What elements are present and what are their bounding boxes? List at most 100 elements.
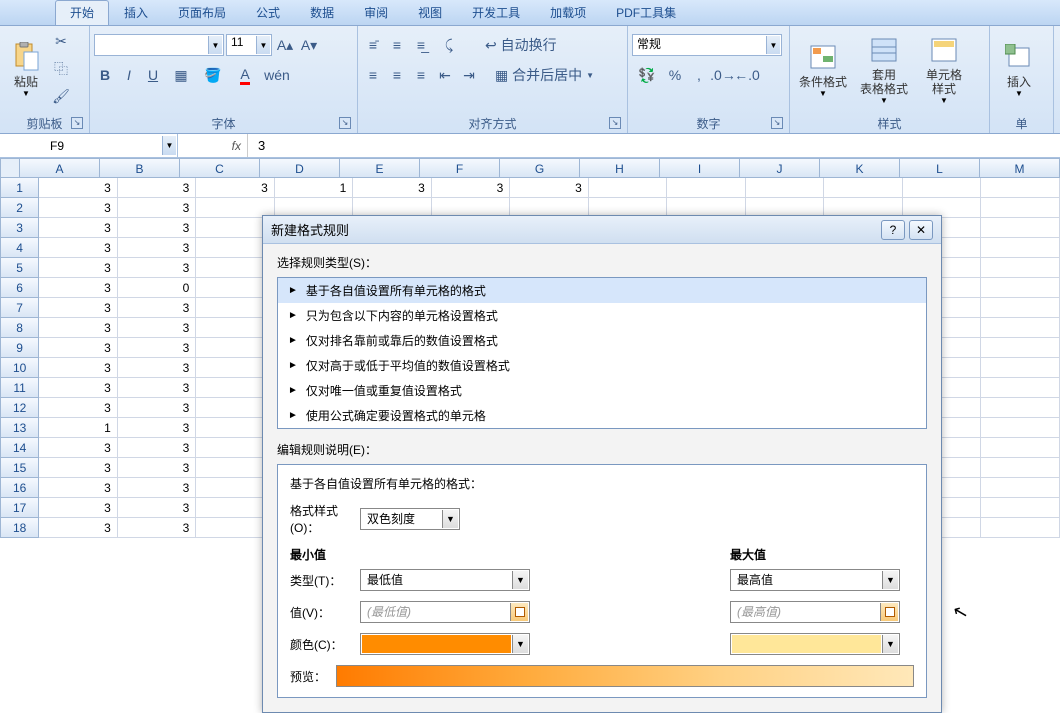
merge-center-button[interactable]: ▦ 合并后居中▼ bbox=[488, 64, 601, 86]
cell[interactable]: 3 bbox=[118, 258, 197, 278]
column-header[interactable]: M bbox=[980, 158, 1060, 178]
cell[interactable] bbox=[981, 498, 1060, 518]
column-header[interactable]: K bbox=[820, 158, 900, 178]
cell[interactable]: 3 bbox=[39, 258, 118, 278]
cell[interactable] bbox=[981, 358, 1060, 378]
tab-view[interactable]: 视图 bbox=[403, 0, 457, 25]
cell[interactable]: 3 bbox=[39, 238, 118, 258]
cell[interactable] bbox=[667, 178, 746, 198]
row-header[interactable]: 15 bbox=[0, 458, 39, 478]
row-header[interactable]: 9 bbox=[0, 338, 39, 358]
cell[interactable]: 3 bbox=[432, 178, 511, 198]
cell[interactable] bbox=[981, 278, 1060, 298]
cell[interactable]: 3 bbox=[39, 498, 118, 518]
column-header[interactable]: E bbox=[340, 158, 420, 178]
tab-formula[interactable]: 公式 bbox=[241, 0, 295, 25]
min-value-input[interactable]: (最低值) bbox=[360, 601, 530, 623]
cell[interactable]: 3 bbox=[118, 378, 197, 398]
cell[interactable]: 3 bbox=[118, 398, 197, 418]
rule-type-item[interactable]: ►只为包含以下内容的单元格设置格式 bbox=[278, 303, 926, 328]
cell[interactable] bbox=[824, 178, 903, 198]
column-header[interactable]: L bbox=[900, 158, 980, 178]
cell-styles-button[interactable]: 单元格 样式 ▼ bbox=[916, 28, 972, 110]
max-type-select[interactable]: 最高值▼ bbox=[730, 569, 900, 591]
column-header[interactable]: F bbox=[420, 158, 500, 178]
cell[interactable] bbox=[981, 258, 1060, 278]
rule-type-item[interactable]: ►仅对唯一值或重复值设置格式 bbox=[278, 378, 926, 403]
orientation-button[interactable]: ⤹ bbox=[434, 34, 464, 56]
row-header[interactable]: 14 bbox=[0, 438, 39, 458]
tab-data[interactable]: 数据 bbox=[295, 0, 349, 25]
tab-pdf[interactable]: PDF工具集 bbox=[601, 0, 691, 25]
row-header[interactable]: 5 bbox=[0, 258, 39, 278]
rule-type-item[interactable]: ►仅对排名靠前或靠后的数值设置格式 bbox=[278, 328, 926, 353]
row-header[interactable]: 7 bbox=[0, 298, 39, 318]
range-picker-button[interactable] bbox=[880, 603, 898, 621]
row-header[interactable]: 16 bbox=[0, 478, 39, 498]
cell[interactable] bbox=[981, 318, 1060, 338]
cell[interactable]: 3 bbox=[196, 178, 275, 198]
copy-button[interactable]: ⿻ bbox=[50, 58, 72, 80]
cell[interactable]: 3 bbox=[118, 318, 197, 338]
align-top-button[interactable]: ≡̄ bbox=[362, 34, 384, 56]
cell[interactable]: 3 bbox=[118, 518, 197, 538]
row-header[interactable]: 13 bbox=[0, 418, 39, 438]
cell[interactable]: 3 bbox=[39, 398, 118, 418]
cell[interactable]: 0 bbox=[118, 278, 197, 298]
row-header[interactable]: 17 bbox=[0, 498, 39, 518]
row-header[interactable]: 12 bbox=[0, 398, 39, 418]
phonetic-button[interactable]: wén bbox=[262, 64, 292, 86]
font-launcher[interactable]: ↘ bbox=[339, 117, 351, 129]
min-type-select[interactable]: 最低值▼ bbox=[360, 569, 530, 591]
cell[interactable]: 3 bbox=[39, 298, 118, 318]
cell[interactable]: 1 bbox=[275, 178, 354, 198]
rule-type-item[interactable]: ►基于各自值设置所有单元格的格式 bbox=[278, 278, 926, 303]
tab-start[interactable]: 开始 bbox=[55, 0, 109, 25]
accounting-format-button[interactable]: 💱 bbox=[632, 64, 662, 86]
cell[interactable] bbox=[981, 338, 1060, 358]
cell[interactable]: 3 bbox=[118, 358, 197, 378]
formula-bar[interactable]: 3 bbox=[248, 138, 1060, 153]
row-header[interactable]: 2 bbox=[0, 198, 39, 218]
cell[interactable] bbox=[981, 458, 1060, 478]
cell[interactable] bbox=[981, 478, 1060, 498]
cell[interactable] bbox=[981, 398, 1060, 418]
tab-layout[interactable]: 页面布局 bbox=[163, 0, 241, 25]
align-left-button[interactable]: ≡ bbox=[362, 64, 384, 86]
column-header[interactable]: I bbox=[660, 158, 740, 178]
percent-button[interactable]: % bbox=[664, 64, 686, 86]
cell[interactable] bbox=[981, 518, 1060, 538]
cell[interactable]: 3 bbox=[39, 278, 118, 298]
fill-color-button[interactable]: 🪣 bbox=[198, 64, 228, 86]
max-value-input[interactable]: (最高值) bbox=[730, 601, 900, 623]
column-header[interactable]: D bbox=[260, 158, 340, 178]
cell[interactable]: 3 bbox=[118, 498, 197, 518]
bold-button[interactable]: B bbox=[94, 64, 116, 86]
italic-button[interactable]: I bbox=[118, 64, 140, 86]
conditional-format-button[interactable]: 条件格式 ▼ bbox=[794, 28, 852, 110]
tab-review[interactable]: 审阅 bbox=[349, 0, 403, 25]
cell[interactable]: 3 bbox=[39, 378, 118, 398]
tab-addin[interactable]: 加载项 bbox=[535, 0, 601, 25]
cell[interactable]: 3 bbox=[510, 178, 589, 198]
align-bottom-button[interactable]: ≡̲ bbox=[410, 34, 432, 56]
increase-indent-button[interactable]: ⇥ bbox=[458, 64, 480, 86]
cell[interactable]: 3 bbox=[353, 178, 432, 198]
cell[interactable] bbox=[981, 198, 1060, 218]
cell[interactable] bbox=[981, 238, 1060, 258]
font-family-select[interactable]: ▼ bbox=[94, 34, 224, 56]
insert-cells-button[interactable]: 插入 ▼ bbox=[994, 28, 1044, 110]
cell[interactable]: 3 bbox=[39, 198, 118, 218]
max-color-select[interactable]: ▼ bbox=[730, 633, 900, 655]
cell[interactable]: 3 bbox=[118, 478, 197, 498]
cell[interactable]: 3 bbox=[39, 338, 118, 358]
align-launcher[interactable]: ↘ bbox=[609, 117, 621, 129]
close-button[interactable]: ✕ bbox=[909, 220, 933, 240]
wrap-text-button[interactable]: ↩ 自动换行 bbox=[478, 34, 564, 56]
decrease-decimal-button[interactable]: ←.0 bbox=[736, 64, 758, 86]
underline-button[interactable]: U bbox=[142, 64, 164, 86]
cell[interactable]: 3 bbox=[118, 458, 197, 478]
cell[interactable]: 3 bbox=[39, 318, 118, 338]
number-format-select[interactable]: 常规▼ bbox=[632, 34, 782, 56]
tab-insert[interactable]: 插入 bbox=[109, 0, 163, 25]
